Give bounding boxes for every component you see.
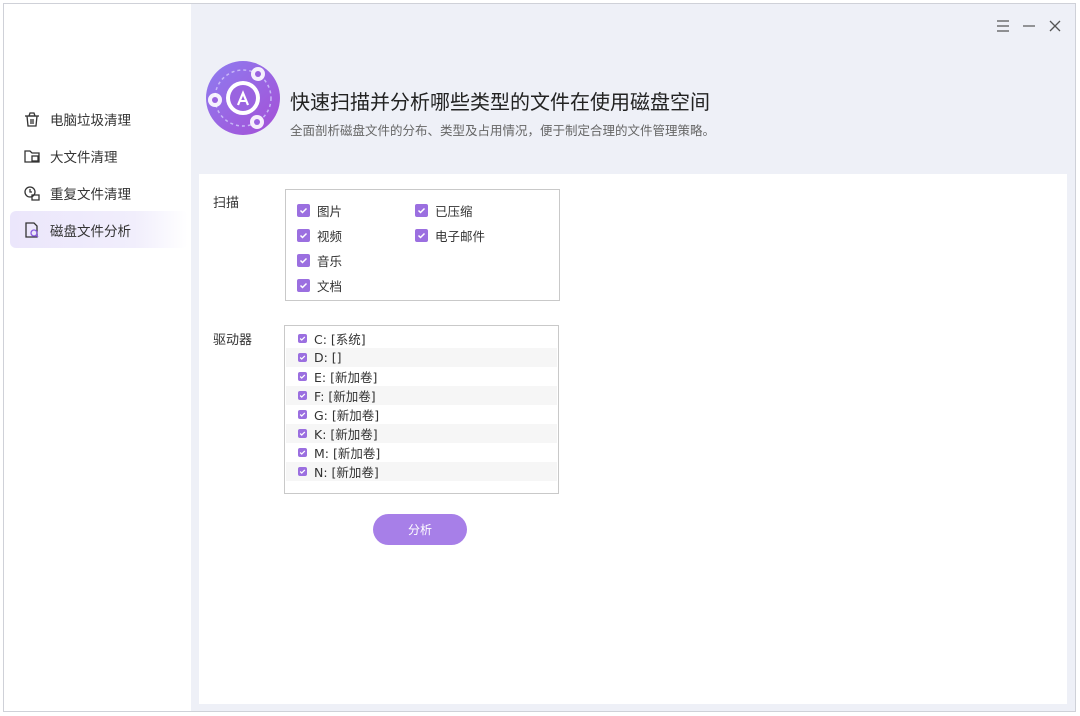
sidebar-item-label: 磁盘文件分析: [50, 223, 131, 240]
trash-bin-icon: [22, 109, 42, 129]
checkbox-checked-icon: [297, 229, 310, 242]
checkbox-checked-icon: [298, 448, 307, 457]
drive-item-g[interactable]: G: [新加卷]: [286, 405, 557, 424]
sidebar-item-junk-clean[interactable]: 电脑垃圾清理: [10, 100, 188, 137]
app-window: 电脑垃圾清理 大文件清理 重复文件清理 磁盘文件分析 快速扫描并分析哪些类型的文…: [3, 3, 1076, 712]
scan-option-documents[interactable]: 文档: [297, 276, 342, 295]
large-file-icon: [22, 146, 42, 166]
duplicate-file-icon: [22, 183, 42, 203]
sidebar-item-label: 重复文件清理: [50, 186, 131, 203]
checkbox-checked-icon: [298, 429, 307, 438]
checkbox-checked-icon: [298, 334, 307, 343]
scan-option-images[interactable]: 图片: [297, 201, 342, 220]
page-subtitle: 全面剖析磁盘文件的分布、类型及占用情况，便于制定合理的文件管理策略。: [290, 123, 716, 138]
checkbox-checked-icon: [297, 204, 310, 217]
checkbox-checked-icon: [298, 467, 307, 476]
scan-type-box: 图片 已压缩 视频 电子邮件 音乐 文档: [285, 189, 560, 301]
scan-option-videos[interactable]: 视频: [297, 226, 342, 245]
drive-item-m[interactable]: M: [新加卷]: [286, 443, 557, 462]
disk-analyzer-logo-icon: [205, 60, 281, 136]
drive-item-e[interactable]: E: [新加卷]: [286, 367, 557, 386]
checkbox-checked-icon: [297, 279, 310, 292]
drive-item-d[interactable]: D: []: [286, 348, 557, 367]
scan-option-compressed[interactable]: 已压缩: [415, 201, 473, 220]
checkbox-checked-icon: [298, 391, 307, 400]
scan-label: 扫描: [213, 196, 240, 211]
page-title: 快速扫描并分析哪些类型的文件在使用磁盘空间: [290, 90, 710, 114]
checkbox-checked-icon: [298, 353, 307, 362]
drive-item-c[interactable]: C: [系统]: [286, 329, 557, 348]
close-icon[interactable]: [1045, 16, 1065, 36]
analyze-button[interactable]: 分析: [373, 514, 467, 545]
sidebar-item-large-files[interactable]: 大文件清理: [10, 137, 188, 174]
checkbox-checked-icon: [298, 410, 307, 419]
drive-item-f[interactable]: F: [新加卷]: [286, 386, 557, 405]
sidebar-item-disk-analysis[interactable]: 磁盘文件分析: [10, 211, 188, 248]
main-area: 快速扫描并分析哪些类型的文件在使用磁盘空间 全面剖析磁盘文件的分布、类型及占用情…: [191, 4, 1075, 711]
drive-item-k[interactable]: K: [新加卷]: [286, 424, 557, 443]
checkbox-checked-icon: [415, 229, 428, 242]
sidebar-item-label: 大文件清理: [50, 149, 118, 166]
disk-analysis-icon: [22, 220, 42, 240]
scan-option-music[interactable]: 音乐: [297, 251, 342, 270]
scan-option-email[interactable]: 电子邮件: [415, 226, 485, 245]
minimize-icon[interactable]: [1019, 16, 1039, 36]
sidebar: 电脑垃圾清理 大文件清理 重复文件清理 磁盘文件分析: [4, 4, 191, 711]
checkbox-checked-icon: [298, 372, 307, 381]
drives-label: 驱动器: [213, 333, 253, 348]
checkbox-checked-icon: [415, 204, 428, 217]
checkbox-checked-icon: [297, 254, 310, 267]
drive-list[interactable]: C: [系统] D: [] E: [新加卷] F: [新加卷] G: [新加卷]: [284, 325, 559, 494]
drive-item-n[interactable]: N: [新加卷]: [286, 462, 557, 481]
sidebar-item-duplicate-files[interactable]: 重复文件清理: [10, 174, 188, 211]
sidebar-item-label: 电脑垃圾清理: [50, 112, 131, 129]
menu-icon[interactable]: [993, 16, 1013, 36]
settings-panel: 扫描 图片 已压缩 视频 电子邮件 音乐 文档 驱动器 C: [系统] D: […: [199, 174, 1067, 704]
